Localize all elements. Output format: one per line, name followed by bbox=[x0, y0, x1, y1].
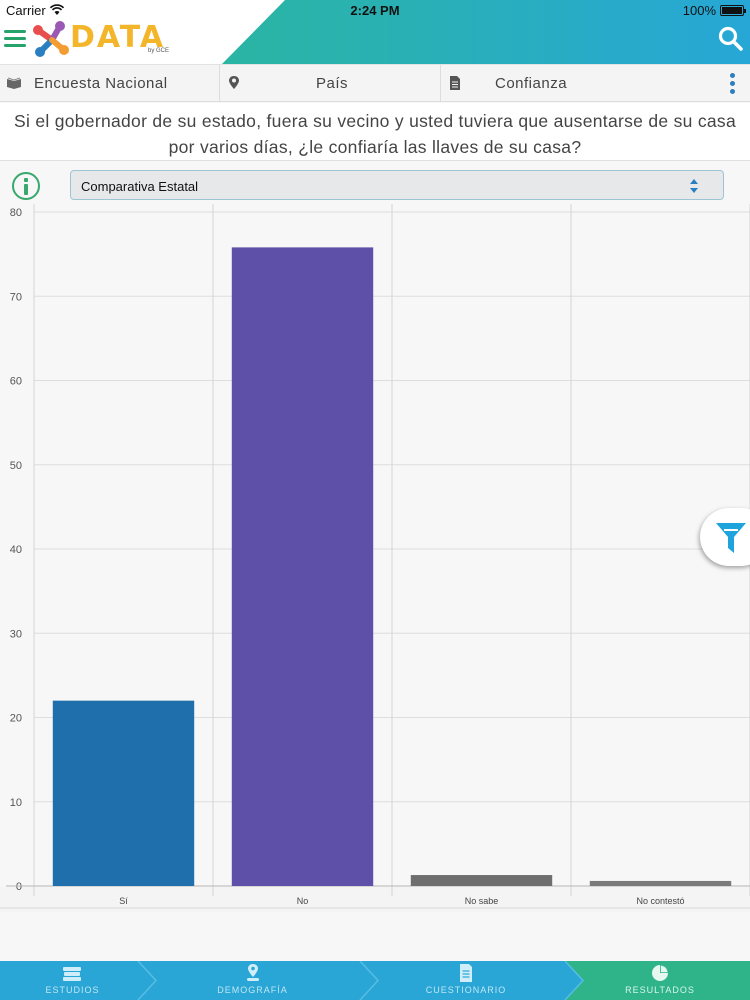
app-logo: DATA by GCE bbox=[30, 20, 170, 60]
tab-encuesta-label: Encuesta Nacional bbox=[34, 75, 168, 92]
question-line-1: Si el gobernador de su estado, fuera su … bbox=[14, 111, 736, 131]
y-tick-label: 20 bbox=[10, 713, 22, 725]
y-tick-label: 40 bbox=[10, 544, 22, 556]
app-header: Carrier 2:24 PM 100% DATA by GCE bbox=[0, 0, 750, 64]
tab-encuesta[interactable]: Encuesta Nacional bbox=[0, 65, 220, 102]
bar-chart: 0 10 20 30 40 50 60 70 80 Sí No No sabe No contestó bbox=[0, 204, 750, 912]
y-tick-label: 60 bbox=[10, 376, 22, 388]
tab-pais[interactable]: País bbox=[220, 65, 441, 102]
more-options-icon[interactable] bbox=[730, 73, 736, 95]
logo-subtext: by GCE bbox=[148, 48, 170, 54]
books-icon bbox=[63, 967, 81, 981]
question-text: Si el gobernador de su estado, fuera su … bbox=[0, 103, 750, 161]
status-time: 2:24 PM bbox=[350, 3, 400, 18]
filter-icon bbox=[716, 523, 746, 553]
x-tick-label: No sabe bbox=[465, 896, 499, 906]
battery-icon bbox=[720, 5, 746, 16]
nav-resultados-label: RESULTADOS bbox=[625, 985, 695, 995]
menu-icon[interactable] bbox=[4, 30, 26, 48]
pie-chart-icon bbox=[652, 965, 668, 981]
nav-estudios-label: ESTUDIOS bbox=[45, 985, 100, 995]
context-tabs: Encuesta Nacional País Confianza bbox=[0, 64, 750, 102]
book-icon bbox=[7, 77, 21, 89]
tab-confianza-label: Confianza bbox=[495, 75, 568, 92]
x-tick-label: Sí bbox=[119, 896, 128, 906]
x-tick-label: No bbox=[297, 896, 309, 906]
location-pin-icon bbox=[229, 76, 239, 89]
x-tick-label: No contestó bbox=[636, 896, 684, 906]
bar-1 bbox=[231, 247, 374, 886]
comparison-select[interactable]: Comparativa Estatal bbox=[70, 170, 724, 200]
bar-2 bbox=[410, 875, 553, 886]
y-tick-label: 80 bbox=[10, 207, 22, 219]
y-tick-label: 0 bbox=[16, 881, 22, 893]
tab-pais-label: País bbox=[316, 75, 349, 92]
y-tick-label: 30 bbox=[10, 628, 22, 640]
location-pin-icon bbox=[247, 964, 259, 981]
nav-estudios[interactable]: ESTUDIOS bbox=[0, 961, 145, 1000]
nav-demografia[interactable]: DEMOGRAFÍA bbox=[150, 961, 355, 1000]
nav-resultados[interactable]: RESULTADOS bbox=[570, 961, 750, 1000]
battery-percentage: 100% bbox=[682, 3, 716, 18]
select-arrows-icon bbox=[690, 179, 698, 193]
results-chart: 0 10 20 30 40 50 60 70 80 Sí No No sabe No contestó bbox=[0, 204, 750, 912]
comparison-select-value: Comparativa Estatal bbox=[81, 179, 199, 194]
nav-demografia-label: DEMOGRAFÍA bbox=[217, 985, 288, 995]
y-tick-label: 10 bbox=[10, 797, 22, 809]
status-bar: Carrier 2:24 PM 100% bbox=[0, 0, 750, 20]
filter-button[interactable] bbox=[700, 508, 750, 566]
bar-0 bbox=[52, 700, 195, 886]
y-tick-label: 50 bbox=[10, 460, 22, 472]
tab-confianza[interactable]: Confianza bbox=[441, 65, 711, 102]
bar-3 bbox=[589, 880, 732, 886]
y-tick-label: 70 bbox=[10, 291, 22, 303]
nav-cuestionario[interactable]: CUESTIONARIO bbox=[368, 961, 564, 1000]
info-icon[interactable] bbox=[12, 172, 40, 200]
document-icon bbox=[450, 76, 460, 90]
logo-mark-icon bbox=[33, 21, 69, 57]
document-icon bbox=[460, 964, 472, 982]
search-icon[interactable] bbox=[718, 26, 744, 52]
bottom-navigation: ESTUDIOS DEMOGRAFÍA CUESTIONARIO RESULTA… bbox=[0, 961, 750, 1000]
question-line-2: por varios días, ¿le confiaría las llave… bbox=[168, 137, 582, 157]
nav-cuestionario-label: CUESTIONARIO bbox=[425, 985, 507, 995]
